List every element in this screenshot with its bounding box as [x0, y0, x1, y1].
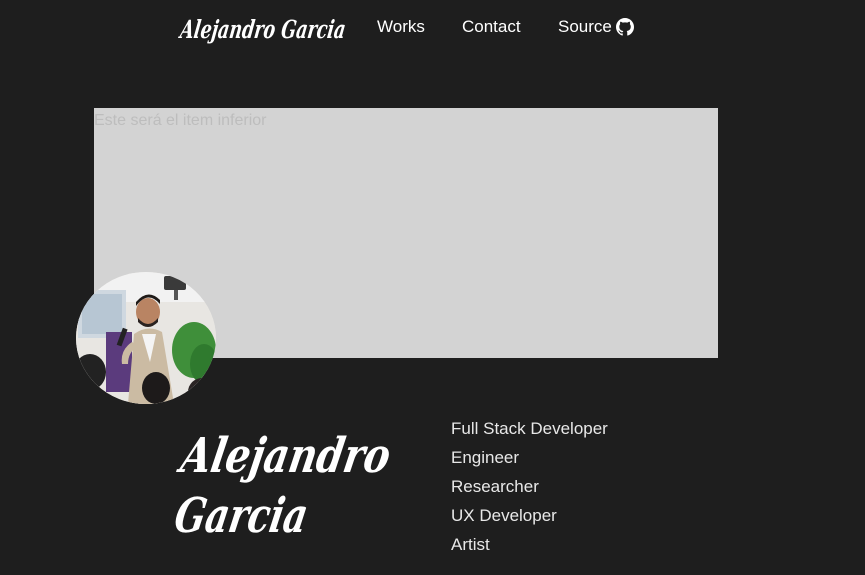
profile-logo-line2: Garcia — [172, 488, 312, 544]
role-item: Engineer — [451, 448, 520, 467]
nav-source-label: Source — [558, 17, 612, 36]
github-icon — [615, 18, 634, 36]
avatar-photo — [76, 272, 216, 404]
role-item: Researcher — [451, 477, 539, 496]
nav-works-link[interactable]: Works — [377, 17, 425, 37]
nav-source-link[interactable]: Source — [558, 17, 634, 37]
role-item: Full Stack Developer — [451, 419, 608, 438]
site-logo[interactable]: Alejandro Garcia — [178, 5, 348, 51]
role-item: UX Developer — [451, 506, 557, 525]
profile-logo: Alejandro Garcia — [172, 428, 395, 544]
site-logo-text: Alejandro Garcia — [178, 14, 348, 44]
hero-placeholder-text: Este será el item inferior — [94, 112, 267, 129]
profile-logo-line1: Alejandro — [174, 428, 395, 484]
page: Alejandro Garcia Works Contact Source Es… — [0, 0, 865, 575]
role-item: Artist — [451, 535, 490, 554]
avatar — [76, 272, 216, 404]
roles-list: Full Stack Developer Engineer Researcher… — [451, 414, 608, 559]
nav-contact-link[interactable]: Contact — [462, 17, 521, 37]
